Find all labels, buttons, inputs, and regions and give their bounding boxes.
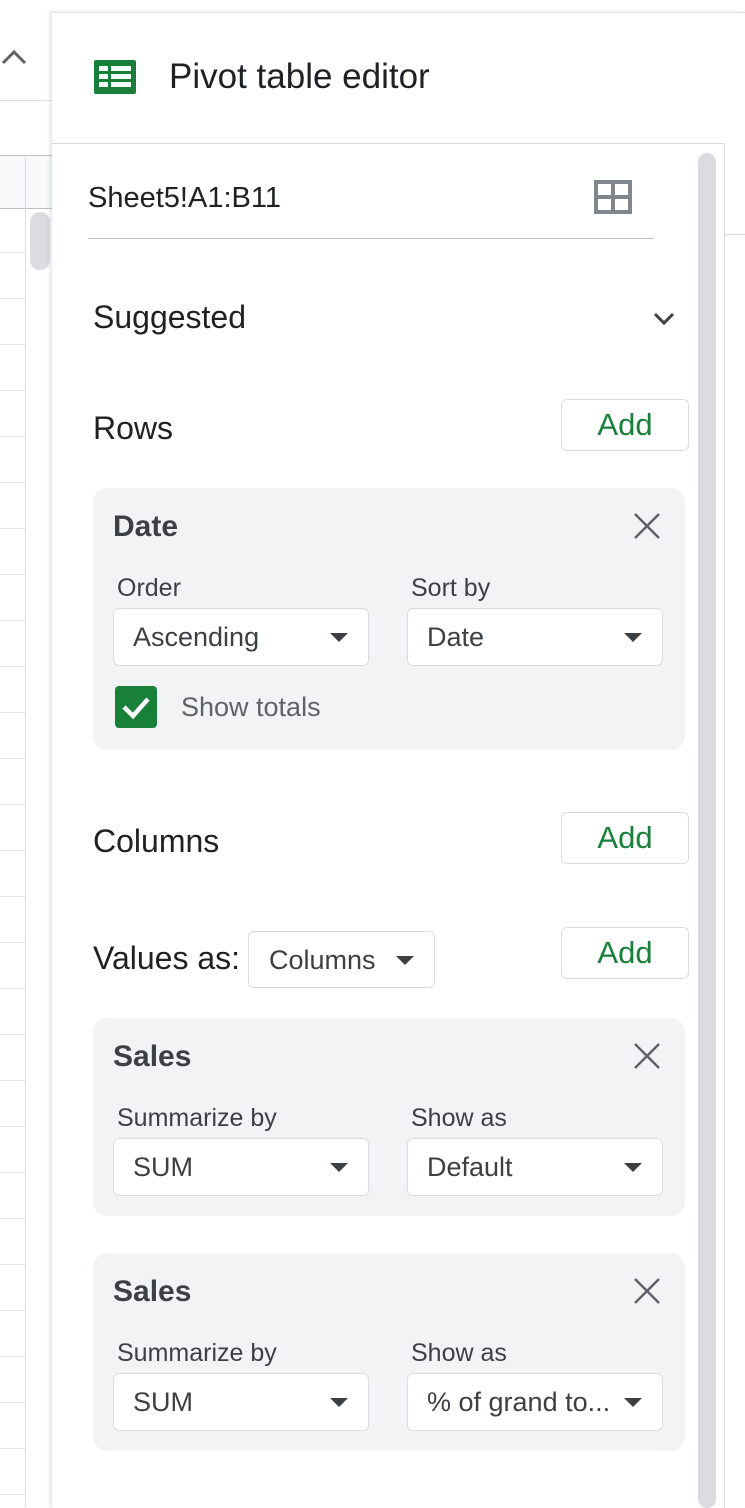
sheet-edge-line xyxy=(725,234,745,235)
panel-header: Pivot table editor xyxy=(52,13,745,144)
values-as-dropdown-value: Columns xyxy=(269,945,376,975)
row-field-card-date: Date Order Sort by Ascending Date Show t… xyxy=(93,488,685,750)
grid-row[interactable] xyxy=(0,1311,25,1357)
grid-row[interactable] xyxy=(0,1403,25,1449)
data-range-field[interactable]: Sheet5!A1:B11 xyxy=(88,168,654,239)
show-as-dropdown[interactable]: % of grand to... xyxy=(407,1373,663,1431)
spreadsheet-grid-area xyxy=(0,0,52,1507)
grid-row[interactable] xyxy=(0,667,25,713)
values-as-label: Values as: xyxy=(93,940,241,976)
sheet-scrollbar-thumb[interactable] xyxy=(30,212,50,270)
summarize-by-label: Summarize by xyxy=(117,1339,277,1367)
rows-label: Rows xyxy=(93,410,174,446)
order-dropdown[interactable]: Ascending xyxy=(113,608,369,666)
grid-row[interactable] xyxy=(0,529,25,575)
grid-row[interactable] xyxy=(0,575,25,621)
summarize-by-label: Summarize by xyxy=(117,1104,277,1132)
grid-row[interactable] xyxy=(0,713,25,759)
show-as-dropdown[interactable]: Default xyxy=(407,1138,663,1196)
grid-row[interactable] xyxy=(0,1173,25,1219)
summarize-by-dropdown-value: SUM xyxy=(133,1152,193,1182)
summarize-by-dropdown[interactable]: SUM xyxy=(113,1373,369,1431)
grid-row[interactable] xyxy=(0,1127,25,1173)
close-icon[interactable] xyxy=(631,1275,663,1307)
values-as-dropdown[interactable]: Columns xyxy=(248,931,435,988)
dropdown-arrow-icon xyxy=(396,956,414,965)
pivot-table-editor-panel: Pivot table editor Sheet5!A1:B11 Suggest… xyxy=(52,12,745,1508)
value-field-name: Sales xyxy=(113,1275,192,1308)
grid-row[interactable] xyxy=(0,805,25,851)
sort-by-dropdown[interactable]: Date xyxy=(407,608,663,666)
sheet-edge-behind-panel xyxy=(724,143,745,1508)
grid-row[interactable] xyxy=(0,1357,25,1403)
show-as-label: Show as xyxy=(411,1339,507,1367)
grid-row[interactable] xyxy=(0,1081,25,1127)
grid-row[interactable] xyxy=(0,1265,25,1311)
grid-row[interactable] xyxy=(0,943,25,989)
panel-scrollbar-thumb[interactable] xyxy=(698,153,716,1508)
grid-row[interactable] xyxy=(0,1219,25,1265)
grid-row[interactable] xyxy=(0,1449,25,1495)
show-as-label: Show as xyxy=(411,1104,507,1132)
toolbar-area xyxy=(0,0,52,101)
panel-title: Pivot table editor xyxy=(169,57,430,96)
sort-by-dropdown-value: Date xyxy=(427,622,485,652)
columns-label: Columns xyxy=(93,823,220,859)
dropdown-arrow-icon xyxy=(624,633,642,642)
value-field-card: Sales Summarize by Show as SUM Default xyxy=(93,1018,685,1216)
show-totals-checkbox[interactable] xyxy=(115,686,157,728)
grid-row[interactable] xyxy=(0,253,25,299)
order-dropdown-value: Ascending xyxy=(133,622,260,652)
show-as-dropdown-value: % of grand to... xyxy=(427,1387,611,1417)
summarize-by-dropdown-value: SUM xyxy=(133,1387,193,1417)
grid-row[interactable] xyxy=(0,299,25,345)
add-value-button[interactable]: Add xyxy=(561,927,689,979)
add-row-button[interactable]: Add xyxy=(561,399,689,451)
google-sheets-icon xyxy=(94,60,136,94)
grid-row[interactable] xyxy=(0,851,25,897)
grid-row[interactable] xyxy=(0,391,25,437)
collapse-toolbar-button[interactable] xyxy=(0,40,28,74)
dropdown-arrow-icon xyxy=(624,1398,642,1407)
summarize-by-dropdown[interactable]: SUM xyxy=(113,1138,369,1196)
select-data-range-icon[interactable] xyxy=(594,180,632,214)
row-field-name: Date xyxy=(113,510,179,543)
column-header[interactable] xyxy=(0,155,52,209)
order-label: Order xyxy=(117,574,181,602)
show-totals-label: Show totals xyxy=(181,692,321,722)
grid-row[interactable] xyxy=(0,759,25,805)
add-column-button[interactable]: Add xyxy=(561,812,689,864)
grid-row[interactable] xyxy=(0,345,25,391)
grid-row[interactable] xyxy=(0,1035,25,1081)
grid-rows xyxy=(0,207,25,1507)
dropdown-arrow-icon xyxy=(624,1163,642,1172)
grid-row[interactable] xyxy=(0,207,25,253)
dropdown-arrow-icon xyxy=(330,1163,348,1172)
value-field-card: Sales Summarize by Show as SUM % of gran… xyxy=(93,1253,685,1451)
suggested-label[interactable]: Suggested xyxy=(93,299,246,336)
grid-row[interactable] xyxy=(0,989,25,1035)
grid-row[interactable] xyxy=(0,483,25,529)
close-icon[interactable] xyxy=(631,510,663,542)
close-icon[interactable] xyxy=(631,1040,663,1072)
grid-row[interactable] xyxy=(0,437,25,483)
show-as-dropdown-value: Default xyxy=(427,1152,513,1182)
sort-by-label: Sort by xyxy=(411,574,491,602)
data-range-text: Sheet5!A1:B11 xyxy=(88,182,281,214)
dropdown-arrow-icon xyxy=(330,1398,348,1407)
chevron-up-icon xyxy=(1,49,27,65)
grid-row[interactable] xyxy=(0,897,25,943)
dropdown-arrow-icon xyxy=(330,633,348,642)
checkmark-icon xyxy=(122,697,150,720)
column-divider xyxy=(25,155,26,1507)
chevron-down-icon[interactable] xyxy=(649,309,679,329)
grid-row[interactable] xyxy=(0,621,25,667)
value-field-name: Sales xyxy=(113,1040,192,1073)
